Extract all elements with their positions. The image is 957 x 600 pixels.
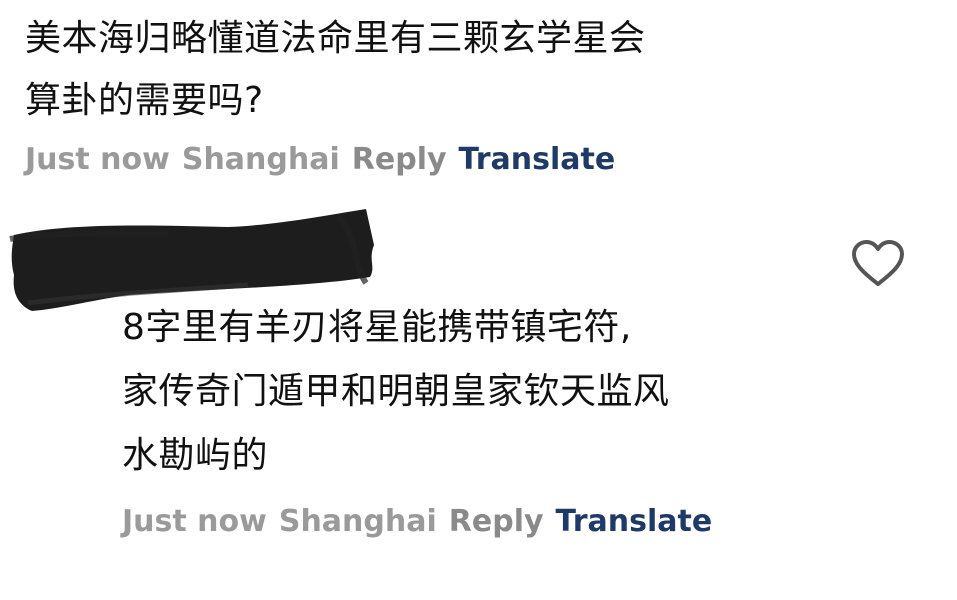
comment-location: Shanghai xyxy=(278,504,437,539)
comment-text: 8字里有羊刃将星能携带镇宅符, 家传奇门遁甲和明朝皇家钦天监风 水勘屿的 xyxy=(122,307,670,476)
comment-time: Just now xyxy=(25,142,170,177)
comment-thread: { "comments": [ { "text": "美本海归略懂道法命里有三颗… xyxy=(0,0,957,600)
comment-item: 8字里有羊刃将星能携带镇宅符, 家传奇门遁甲和明朝皇家钦天监风 水勘屿的 Jus… xyxy=(122,296,802,542)
comment-location: Shanghai xyxy=(181,142,340,177)
heart-outline-icon xyxy=(852,240,904,286)
comment-item: 美本海归略懂道法命里有三颗玄学星会 算卦的需要吗? Just now Shang… xyxy=(25,8,785,180)
comment-meta: Just now Shanghai Reply Translate xyxy=(25,140,785,180)
translate-button[interactable]: Translate xyxy=(459,140,616,180)
reply-button[interactable]: Reply xyxy=(352,140,447,180)
comment-meta: Just now Shanghai Reply Translate xyxy=(122,502,802,542)
comment-text: 美本海归略懂道法命里有三颗玄学星会 算卦的需要吗? xyxy=(25,18,646,121)
like-button[interactable] xyxy=(850,236,906,292)
translate-button[interactable]: Translate xyxy=(556,502,713,542)
reply-button[interactable]: Reply xyxy=(449,502,544,542)
comment-time: Just now xyxy=(122,504,267,539)
